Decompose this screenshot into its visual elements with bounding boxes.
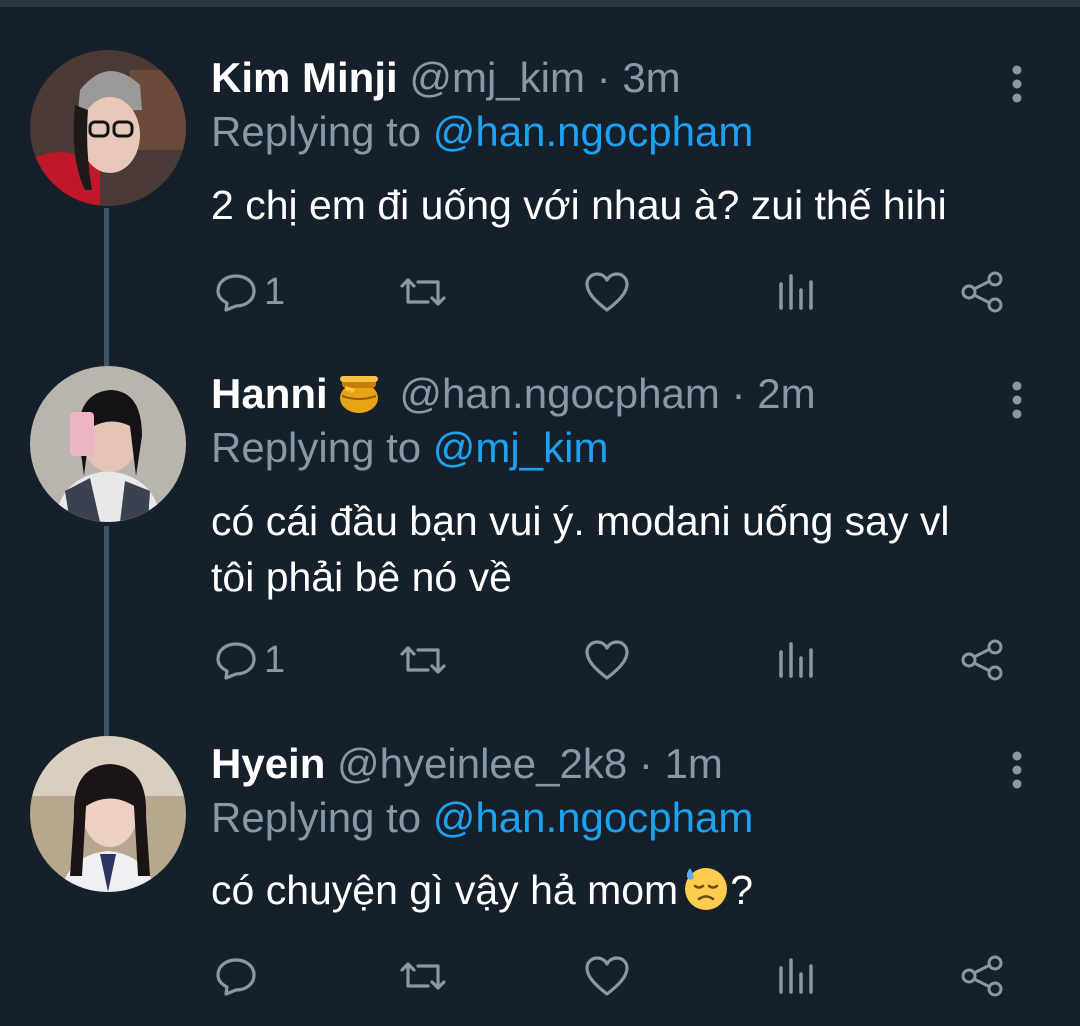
retweet-icon — [398, 270, 448, 314]
tweet-text-suffix: ? — [730, 867, 753, 913]
separator-dot: · — [638, 740, 653, 787]
retweet-button[interactable] — [398, 262, 448, 322]
reply-button[interactable] — [214, 946, 258, 1006]
action-bar: 1 — [0, 630, 1080, 690]
reply-mention-link[interactable]: @han.ngocpham — [433, 108, 754, 155]
reply-icon — [214, 270, 258, 314]
honey-pot-icon — [336, 370, 382, 416]
analytics-icon — [776, 270, 816, 314]
share-button[interactable] — [960, 946, 1006, 1006]
like-button[interactable] — [584, 630, 630, 690]
top-divider — [0, 0, 1080, 7]
reply-count: 1 — [264, 270, 286, 313]
retweet-button[interactable] — [398, 946, 448, 1006]
retweet-icon — [398, 638, 448, 682]
tweet-text: có chuyện gì vậy hả mom? — [211, 864, 1051, 915]
timestamp[interactable]: 3m — [622, 54, 680, 101]
separator-dot: · — [731, 370, 746, 417]
reply-mention-link[interactable]: @mj_kim — [433, 424, 609, 471]
heart-icon — [584, 954, 630, 998]
replying-to-label: Replying to — [211, 108, 422, 155]
tweet-hyein[interactable]: Hyein @hyeinlee_2k8 · 1m Replying to @ha… — [0, 736, 1080, 1026]
display-name[interactable]: Hyein — [211, 740, 325, 787]
retweet-icon — [398, 954, 448, 998]
share-button[interactable] — [960, 630, 1006, 690]
share-icon — [960, 954, 1006, 998]
display-name[interactable]: Kim Minji — [211, 54, 398, 101]
tweet-text: có cái đầu bạn vui ý. modani uống say vl… — [211, 496, 1051, 602]
analytics-icon — [776, 954, 816, 998]
replying-to: Replying to @han.ngocpham — [211, 104, 753, 160]
replying-to: Replying to @mj_kim — [211, 420, 608, 476]
replying-to: Replying to @han.ngocpham — [211, 790, 753, 846]
heart-icon — [584, 638, 630, 682]
replying-to-label: Replying to — [211, 794, 422, 841]
avatar[interactable] — [30, 366, 186, 522]
tweet-kim-minji[interactable]: Kim Minji @mj_kim · 3m Replying to @han.… — [0, 50, 1080, 340]
share-icon — [960, 270, 1006, 314]
user-handle[interactable]: @hyeinlee_2k8 — [337, 740, 627, 787]
tweet-header: Hanni @han.ngocpham · 2m — [211, 366, 816, 422]
retweet-button[interactable] — [398, 630, 448, 690]
avatar[interactable] — [30, 736, 186, 892]
analytics-button[interactable] — [776, 262, 816, 322]
analytics-button[interactable] — [776, 946, 816, 1006]
separator-dot: · — [596, 54, 611, 101]
analytics-icon — [776, 638, 816, 682]
heart-icon — [584, 270, 630, 314]
tweet-header: Kim Minji @mj_kim · 3m — [211, 50, 681, 106]
share-icon — [960, 638, 1006, 682]
action-bar: 1 — [0, 262, 1080, 322]
tweet-text-line: tôi phải bê nó về — [211, 554, 512, 600]
reply-icon — [214, 638, 258, 682]
tweet-header: Hyein @hyeinlee_2k8 · 1m — [211, 736, 723, 792]
timestamp[interactable]: 2m — [757, 370, 815, 417]
like-button[interactable] — [584, 946, 630, 1006]
more-options-icon[interactable] — [1006, 64, 1028, 104]
tweet-text: 2 chị em đi uống với nhau à? zui thế hih… — [211, 182, 947, 228]
reply-icon — [214, 954, 258, 998]
replying-to-label: Replying to — [211, 424, 422, 471]
tweet-hanni[interactable]: Hanni @han.ngocpham · 2m Replying to @mj… — [0, 366, 1080, 696]
more-options-icon[interactable] — [1006, 380, 1028, 420]
analytics-button[interactable] — [776, 630, 816, 690]
sad-sweat-face-icon — [682, 864, 730, 912]
like-button[interactable] — [584, 262, 630, 322]
reply-button[interactable]: 1 — [214, 262, 285, 322]
share-button[interactable] — [960, 262, 1006, 322]
reply-button[interactable]: 1 — [214, 630, 285, 690]
tweet-text-line: có cái đầu bạn vui ý. modani uống say vl — [211, 498, 950, 544]
action-bar — [0, 946, 1080, 1006]
timestamp[interactable]: 1m — [665, 740, 723, 787]
display-name[interactable]: Hanni — [211, 370, 328, 417]
tweet-text-body: có chuyện gì vậy hả mom — [211, 867, 679, 913]
reply-count: 1 — [264, 638, 286, 681]
avatar[interactable] — [30, 50, 186, 206]
user-handle[interactable]: @mj_kim — [409, 54, 585, 101]
reply-mention-link[interactable]: @han.ngocpham — [433, 794, 754, 841]
user-handle[interactable]: @han.ngocpham — [399, 370, 720, 417]
more-options-icon[interactable] — [1006, 750, 1028, 790]
